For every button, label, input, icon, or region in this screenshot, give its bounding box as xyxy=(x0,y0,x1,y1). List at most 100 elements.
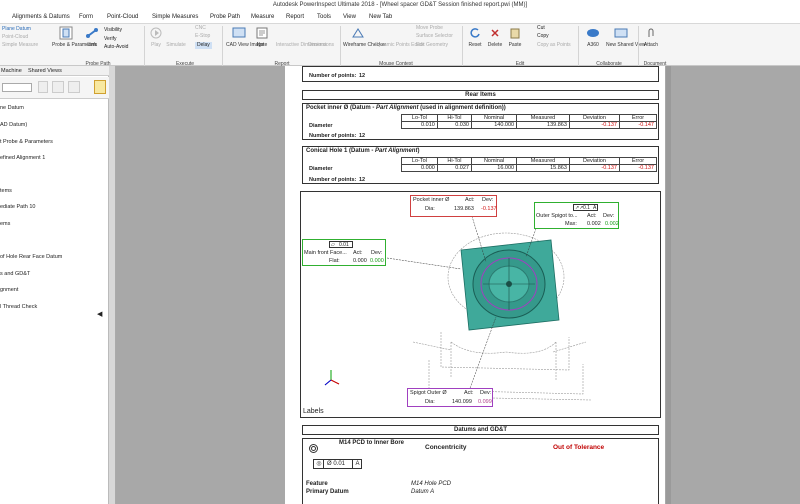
list-view-icon[interactable] xyxy=(94,80,106,94)
label-spigot-outer[interactable]: Spigot Outer Ø Act: Dev: Dia: 140.099 0.… xyxy=(407,388,493,407)
a360-button[interactable]: A360 xyxy=(584,42,602,48)
attach-button[interactable]: Attach xyxy=(641,42,661,48)
surface-selector-button[interactable]: Surface Selector xyxy=(416,33,453,40)
label-outer-spigot[interactable]: ↗↗ 0.1 A Outer Spigot to... Act: Dev: Ma… xyxy=(534,202,619,229)
interactive-dimensions-button[interactable]: Interactive Dimensions xyxy=(276,42,327,48)
up-arrow-icon[interactable] xyxy=(38,81,48,93)
simulate-button[interactable]: Simulate xyxy=(164,42,188,48)
verify-checkbox[interactable]: Verify xyxy=(104,36,117,43)
label-row: Dia: xyxy=(425,206,435,212)
delete-button[interactable]: Delete xyxy=(486,42,504,48)
delay-button[interactable]: Delay xyxy=(195,42,212,49)
tree-item[interactable]: efined Alignment 1 xyxy=(0,155,45,161)
probe-parameters-button[interactable]: Probe & Parameters xyxy=(52,42,97,48)
edit-icon[interactable] xyxy=(68,81,80,93)
frame-tol: Ø 0.01 xyxy=(327,461,346,467)
label-name: Main front Face... xyxy=(304,250,347,256)
dynamic-points-editor-button[interactable]: Dynamic Points Editor xyxy=(375,42,424,48)
ribbon-point-cloud[interactable]: Point-Cloud xyxy=(2,34,28,41)
conical-title-italic: Part Alignment xyxy=(375,148,418,154)
tree-item[interactable]: t Probe & Parameters xyxy=(0,139,53,145)
play-button[interactable]: Play xyxy=(148,42,164,48)
tree-filter-select[interactable] xyxy=(2,83,32,92)
menu-measure[interactable]: Measure xyxy=(251,11,274,23)
primary-datum-label: Primary Datum xyxy=(306,489,349,495)
cell-deviation: -0.137 xyxy=(568,121,621,129)
report-scrollbar[interactable] xyxy=(666,66,671,504)
menu-report[interactable]: Report xyxy=(286,11,304,23)
panel-splitter[interactable] xyxy=(109,66,116,504)
gdt-type: Concentricity xyxy=(425,444,467,451)
tree-item[interactable]: s and GD&T xyxy=(0,271,30,277)
tree-item[interactable]: ems xyxy=(0,221,10,227)
reset-button[interactable]: Reset xyxy=(466,42,484,48)
wireframe-checker-button[interactable]: Wireframe Checker xyxy=(343,42,386,48)
edit-geometry-button[interactable]: Edit Geometry xyxy=(416,42,448,49)
ribbon-divider xyxy=(462,26,463,66)
points-value: 12 xyxy=(359,73,366,79)
tab-shared-views[interactable]: Shared Views xyxy=(28,67,62,75)
label-pocket-inner[interactable]: Pocket inner Ø Act: Dev: Dia: 139.863 -0… xyxy=(410,195,497,217)
cut-button[interactable]: Cut xyxy=(537,25,545,32)
cnc-button[interactable]: CNC xyxy=(195,25,206,32)
ribbon-divider xyxy=(144,26,145,66)
copy-as-points-button[interactable]: Copy as Points xyxy=(537,42,571,49)
check-icon[interactable] xyxy=(52,81,64,93)
cell-nominal: 140.000 xyxy=(470,121,518,129)
pocket-inner-item: Pocket inner Ø (Datum - Part Alignment (… xyxy=(302,103,659,140)
menu-alignments[interactable]: Alignments & Datums xyxy=(12,11,70,23)
cell-deviation: -0.137 xyxy=(568,164,621,172)
label-dev: Dev: xyxy=(480,390,492,396)
pocket-title: Pocket inner Ø (Datum - Part Alignment (… xyxy=(306,105,506,111)
move-probe-button[interactable]: Move Probe xyxy=(416,25,443,32)
copy-button[interactable]: Copy xyxy=(537,33,549,40)
tree-item[interactable]: ne Datum xyxy=(0,105,24,111)
estop-button[interactable]: E-Stop xyxy=(195,33,210,40)
a360-icon xyxy=(587,29,599,37)
menu-new-tab[interactable]: New Tab xyxy=(369,11,392,23)
frame-datum: A xyxy=(352,460,362,469)
label-act-value: 140.099 xyxy=(452,399,472,405)
tree-item[interactable]: ediate Path 10 xyxy=(0,204,35,210)
menu-tools[interactable]: Tools xyxy=(317,11,331,23)
col-header: Deviation xyxy=(568,114,621,122)
new-shared-view-button[interactable]: New Shared View xyxy=(606,42,646,48)
menu-form[interactable]: Form xyxy=(79,11,93,23)
ribbon-plane-datum[interactable]: Plane Datum xyxy=(2,26,31,33)
label-act-value: 0.000 xyxy=(353,258,367,264)
tree-item[interactable]: tems xyxy=(0,188,12,194)
cell-hi-tol: 0.030 xyxy=(436,121,472,129)
pocket-points-label: Number of points: xyxy=(309,133,357,139)
collapse-arrow-icon[interactable]: ◀ xyxy=(97,311,105,318)
reset-icon xyxy=(470,28,480,38)
tree-item[interactable]: l Thread Check xyxy=(0,304,37,310)
label-row: Flat: xyxy=(329,258,340,264)
tree-item[interactable]: of Hole Rear Face Datum xyxy=(0,254,62,260)
link-button[interactable]: Link xyxy=(84,42,100,48)
cad-view-image-button[interactable]: CAD View Image xyxy=(226,42,264,48)
tree-item[interactable]: gnment xyxy=(0,287,18,293)
tab-machine[interactable]: Machine xyxy=(1,67,22,75)
menu-probe-path[interactable]: Probe Path xyxy=(210,11,240,23)
paste-button[interactable]: Paste xyxy=(506,42,524,48)
label-main-front-face[interactable]: ▱ 0.01 Main front Face... Act: Dev: Flat… xyxy=(302,239,386,266)
tree-item[interactable]: AD Datum) xyxy=(0,122,27,128)
label-act: Act: xyxy=(464,390,474,396)
dimensions-button[interactable]: Dimensions xyxy=(306,42,336,48)
col-header: Deviation xyxy=(568,157,621,165)
window-title-bar: Autodesk PowerInspect Ultimate 2018 - [W… xyxy=(0,0,800,11)
auto-avoid-checkbox[interactable]: Auto-Avoid xyxy=(104,44,128,51)
visibility-toggle[interactable]: Visibility xyxy=(104,27,122,34)
note-button[interactable]: Note xyxy=(254,42,270,48)
conical-points-value: 12 xyxy=(359,177,366,183)
menu-simple-measures[interactable]: Simple Measures xyxy=(152,11,198,23)
menu-point-cloud[interactable]: Point-Cloud xyxy=(107,11,138,23)
col-header: Error xyxy=(619,114,657,122)
pocket-points-value: 12 xyxy=(359,133,366,139)
ribbon-simple-measure[interactable]: Simple Measure xyxy=(2,42,38,49)
menu-view[interactable]: View xyxy=(343,11,356,23)
frame-tol: 0.01 xyxy=(339,242,349,248)
col-header: Measured xyxy=(516,114,570,122)
col-header: Hi-Tol xyxy=(436,114,472,122)
ribbon-divider xyxy=(222,26,223,66)
